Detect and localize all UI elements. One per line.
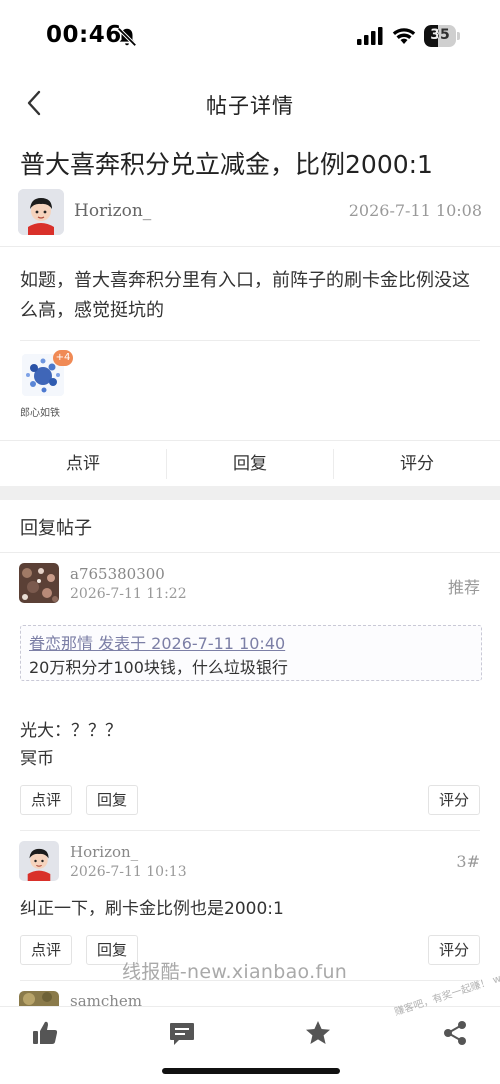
replies-section-title: 回复帖子 <box>20 518 92 539</box>
reply-reply-button[interactable]: 回复 <box>86 785 138 815</box>
star-icon[interactable] <box>304 1019 332 1047</box>
post-body: 如题，普大喜奔积分里有入口，前阵子的刷卡金比例没这么高，感觉挺坑的 <box>20 270 470 321</box>
quote-text: 20万积分才100块钱，什么垃圾银行 <box>29 658 288 677</box>
post-date: 2026-7-11 10:08 <box>348 201 482 220</box>
reply-text: 纠正一下，刷卡金比例也是2000:1 <box>20 899 284 919</box>
battery-icon: 35 <box>424 25 460 47</box>
reply-floor-number: 3# <box>456 852 480 871</box>
reply-date: 2026-7-11 10:13 <box>70 864 187 880</box>
avatar-image <box>19 563 59 603</box>
status-bar: 00:46 35 <box>0 0 500 72</box>
reply-rate-button[interactable]: 评分 <box>428 785 480 815</box>
reply-text: 冥币 <box>20 749 54 769</box>
quote-header-link[interactable]: 眷恋那情 发表于 2026-7-11 10:40 <box>29 630 285 654</box>
rate-button[interactable]: 评分 <box>334 441 500 487</box>
home-indicator <box>162 1068 340 1074</box>
status-time: 00:46 <box>46 22 122 48</box>
post-author-row: Horizon_ 2026-7-11 10:08 <box>18 189 482 237</box>
reply-text: 光大：？？？ <box>20 721 122 741</box>
wifi-icon <box>392 28 416 44</box>
avatar-image <box>19 841 59 881</box>
avatar[interactable] <box>18 189 64 235</box>
comment-button[interactable]: 点评 <box>0 441 166 487</box>
reply-date: 2026-7-11 11:22 <box>70 586 187 602</box>
avatar[interactable] <box>19 841 59 881</box>
divider <box>0 246 500 247</box>
comment-icon[interactable] <box>168 1019 196 1047</box>
reply-button[interactable]: 回复 <box>167 441 333 487</box>
page-title: 帖子详情 <box>206 94 294 118</box>
post-title: 普大喜奔积分兑立减金，比例2000:1 <box>20 150 433 179</box>
reply-comment-button[interactable]: 点评 <box>20 785 72 815</box>
reply-author-name[interactable]: Horizon_ <box>70 843 138 861</box>
reply-recommend-tag: 推荐 <box>447 578 480 597</box>
rater-name: 郎心如铁 <box>20 408 60 419</box>
watermark: 线报酷-new.xianbao.fun <box>122 961 348 983</box>
bell-slash-icon <box>117 27 137 47</box>
section-separator <box>0 486 500 500</box>
share-icon[interactable] <box>441 1019 469 1047</box>
post-author-name[interactable]: Horizon_ <box>74 201 151 221</box>
reply-quote: 眷恋那情 发表于 2026-7-11 10:40 20万积分才100块钱，什么垃… <box>20 625 482 681</box>
avatar-image <box>18 189 64 235</box>
divider <box>20 830 480 831</box>
rater-item[interactable]: +4 郎心如铁 <box>20 350 80 422</box>
nav-bar: 帖子详情 <box>0 76 500 132</box>
divider <box>0 552 500 553</box>
signal-icon <box>357 27 383 45</box>
avatar[interactable] <box>19 991 59 1006</box>
rater-count-badge: +4 <box>53 350 73 366</box>
thumbs-up-icon[interactable] <box>31 1019 59 1047</box>
reply-author-name[interactable]: a765380300 <box>70 565 165 583</box>
post-action-bar: 点评 回复 评分 <box>0 440 500 486</box>
avatar-image <box>19 991 59 1006</box>
reply-comment-button[interactable]: 点评 <box>20 935 72 965</box>
avatar[interactable] <box>19 563 59 603</box>
battery-percent: 35 <box>430 27 450 43</box>
divider <box>20 340 480 341</box>
reply-rate-button[interactable]: 评分 <box>428 935 480 965</box>
